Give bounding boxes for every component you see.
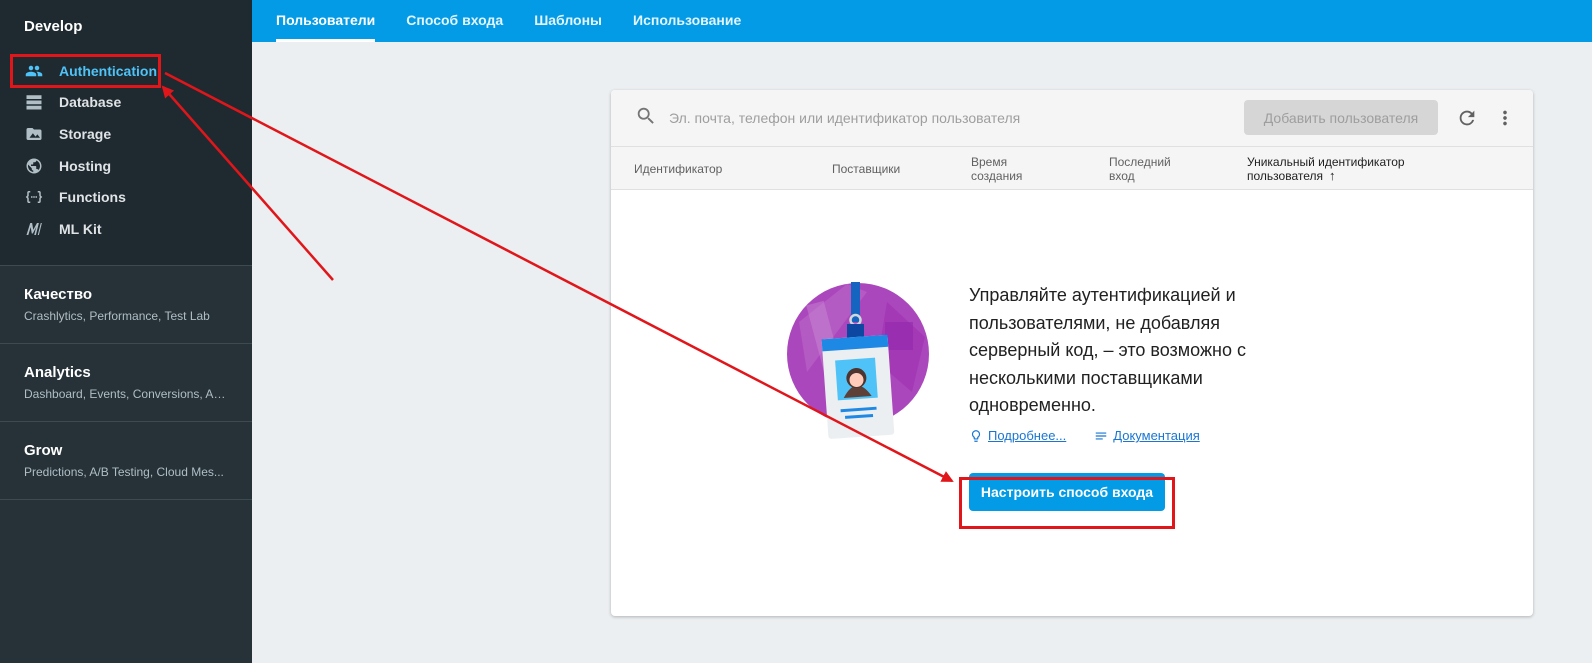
tab-bar: Пользователи Способ входа Шаблоны Исполь… <box>252 0 1592 42</box>
sidebar-item-label: Hosting <box>59 157 112 174</box>
setup-sign-in-method-button[interactable]: Настроить способ входа <box>969 473 1165 511</box>
sidebar-group-analytics[interactable]: Analytics Dashboard, Events, Conversions… <box>0 344 252 422</box>
more-vert-icon[interactable] <box>1494 107 1516 129</box>
tab-usage[interactable]: Использование <box>633 0 741 42</box>
develop-section: Develop Authentication Database Storage <box>0 0 252 266</box>
group-subtitle: Crashlytics, Performance, Test Lab <box>24 309 210 323</box>
lightbulb-icon <box>971 429 981 442</box>
folder-image-icon <box>24 124 44 144</box>
empty-state-message: Управляйте аутентификацией и пользовател… <box>969 285 1246 415</box>
column-header-label: Уникальный идентификатор пользователя ↑ <box>1247 155 1405 183</box>
sidebar-group-quality[interactable]: Качество Crashlytics, Performance, Test … <box>0 266 252 344</box>
column-header-identifier[interactable]: Идентификатор <box>634 147 722 191</box>
group-title: Analytics <box>24 364 91 381</box>
sidebar-item-hosting[interactable]: Hosting <box>0 150 252 182</box>
search-icon <box>635 105 657 132</box>
functions-icon <box>24 187 44 207</box>
ml-kit-icon <box>24 219 44 239</box>
notes-icon <box>1096 432 1107 439</box>
documentation-link[interactable]: Документация <box>1094 428 1200 443</box>
develop-nav: Authentication Database Storage Hosting <box>0 55 252 245</box>
sidebar-item-label: Storage <box>59 125 112 142</box>
sidebar: Develop Authentication Database Storage <box>0 0 252 663</box>
tab-users[interactable]: Пользователи <box>276 0 376 42</box>
sidebar-item-functions[interactable]: Functions <box>0 181 252 213</box>
learn-more-link[interactable]: Подробнее... <box>969 428 1066 443</box>
refresh-icon[interactable] <box>1456 107 1478 129</box>
develop-section-title: Develop <box>24 18 83 35</box>
sidebar-item-ml-kit[interactable]: ML Kit <box>0 213 252 245</box>
table-header: Идентификатор Поставщики Время создания … <box>611 146 1533 190</box>
sidebar-item-label: ML Kit <box>59 220 102 237</box>
sidebar-item-label: Database <box>59 94 122 111</box>
group-title: Качество <box>24 286 93 303</box>
sidebar-item-label: Functions <box>59 189 126 206</box>
column-header-created[interactable]: Время создания <box>971 147 1061 191</box>
sidebar-item-label: Authentication <box>59 62 157 79</box>
add-user-button[interactable]: Добавить пользователя <box>1244 100 1438 135</box>
database-icon <box>24 92 44 112</box>
empty-state-links: Подробнее... Документация <box>969 428 1228 443</box>
users-toolbar: Добавить пользователя <box>611 90 1533 146</box>
tab-sign-in-method[interactable]: Способ входа <box>406 0 503 42</box>
sidebar-group-grow[interactable]: Grow Predictions, A/B Testing, Cloud Mes… <box>0 422 252 500</box>
group-subtitle: Predictions, A/B Testing, Cloud Mes... <box>24 465 224 479</box>
users-card: Добавить пользователя Идентификатор Пост… <box>611 90 1533 616</box>
id-badge-illustration <box>787 282 929 439</box>
group-subtitle: Dashboard, Events, Conversions, Au... <box>24 387 228 401</box>
sidebar-item-database[interactable]: Database <box>0 87 252 119</box>
globe-icon <box>24 156 44 176</box>
sidebar-item-storage[interactable]: Storage <box>0 118 252 150</box>
search-input[interactable] <box>669 110 1229 126</box>
tab-templates[interactable]: Шаблоны <box>534 0 602 42</box>
sort-ascending-icon: ↑ <box>1329 168 1336 183</box>
people-icon <box>24 61 44 81</box>
group-title: Grow <box>24 442 63 459</box>
column-header-providers[interactable]: Поставщики <box>832 147 900 191</box>
column-header-last-signin[interactable]: Последний вход <box>1109 147 1199 191</box>
column-header-uid[interactable]: Уникальный идентификатор пользователя ↑ <box>1247 147 1437 191</box>
sidebar-item-authentication[interactable]: Authentication <box>0 55 252 87</box>
